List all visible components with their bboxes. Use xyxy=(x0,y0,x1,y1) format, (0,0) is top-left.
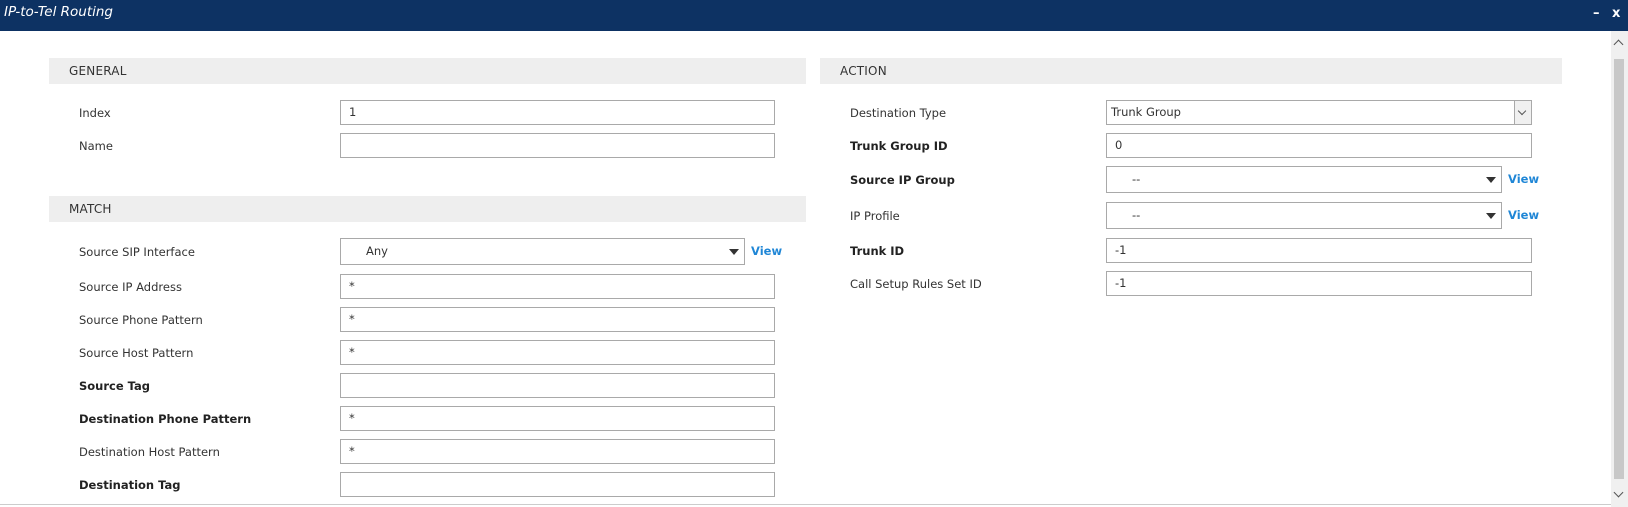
scroll-thumb[interactable] xyxy=(1614,59,1624,479)
destination-tag-field[interactable] xyxy=(340,472,775,497)
window-title: IP-to-Tel Routing xyxy=(4,4,113,20)
general-section-header: GENERAL xyxy=(49,58,806,84)
source-tag-label: Source Tag xyxy=(79,379,151,393)
source-sip-interface-label: Source SIP Interface xyxy=(79,245,195,259)
source-phone-pattern-field[interactable]: * xyxy=(340,307,775,332)
source-ip-group-view-link[interactable]: View xyxy=(1508,172,1539,186)
source-ip-group-label: Source IP Group xyxy=(850,173,955,187)
minimize-button[interactable]: – xyxy=(1593,7,1600,21)
source-phone-pattern-label: Source Phone Pattern xyxy=(79,313,203,327)
destination-phone-pattern-label: Destination Phone Pattern xyxy=(79,412,252,426)
trunk-id-label: Trunk ID xyxy=(850,244,905,258)
ip-profile-view-link[interactable]: View xyxy=(1508,208,1539,222)
name-label: Name xyxy=(79,139,113,153)
source-sip-interface-value: Any xyxy=(366,244,388,258)
vertical-scrollbar[interactable] xyxy=(1611,31,1628,507)
source-ip-group-value: -- xyxy=(1132,172,1141,186)
source-host-pattern-label: Source Host Pattern xyxy=(79,346,194,360)
source-host-pattern-field[interactable]: * xyxy=(340,340,775,365)
ip-profile-select[interactable]: -- xyxy=(1106,202,1502,229)
ip-profile-label: IP Profile xyxy=(850,209,900,223)
chevron-down-icon[interactable] xyxy=(1514,101,1531,124)
close-button[interactable]: x xyxy=(1612,7,1620,21)
action-section-header: ACTION xyxy=(820,58,1562,84)
index-field[interactable]: 1 xyxy=(340,100,775,125)
source-ip-address-label: Source IP Address xyxy=(79,280,182,294)
call-setup-rules-set-id-field[interactable]: -1 xyxy=(1106,271,1532,296)
bottom-divider xyxy=(0,504,1611,505)
source-ip-address-field[interactable]: * xyxy=(340,274,775,299)
destination-phone-pattern-field[interactable]: * xyxy=(340,406,775,431)
ip-profile-value: -- xyxy=(1132,208,1141,222)
trunk-group-id-field[interactable]: 0 xyxy=(1106,133,1532,158)
source-ip-group-select[interactable]: -- xyxy=(1106,166,1502,193)
trunk-id-field[interactable]: -1 xyxy=(1106,238,1532,263)
call-setup-rules-set-id-label: Call Setup Rules Set ID xyxy=(850,277,982,291)
destination-host-pattern-field[interactable]: * xyxy=(340,439,775,464)
source-sip-interface-select[interactable]: Any xyxy=(340,238,745,265)
source-tag-field[interactable] xyxy=(340,373,775,398)
trunk-group-id-label: Trunk Group ID xyxy=(850,139,948,153)
destination-type-value: Trunk Group xyxy=(1111,105,1181,119)
scroll-down-icon[interactable] xyxy=(1613,487,1624,498)
index-label: Index xyxy=(79,106,111,120)
destination-tag-label: Destination Tag xyxy=(79,478,181,492)
chevron-down-icon xyxy=(1486,213,1496,219)
destination-host-pattern-label: Destination Host Pattern xyxy=(79,445,220,459)
scroll-up-icon[interactable] xyxy=(1613,39,1624,50)
title-bar: IP-to-Tel Routing – x xyxy=(0,0,1628,31)
destination-type-label: Destination Type xyxy=(850,106,947,120)
match-section-header: MATCH xyxy=(49,196,806,222)
name-field[interactable] xyxy=(340,133,775,158)
chevron-down-icon xyxy=(1486,177,1496,183)
destination-type-select[interactable]: Trunk Group xyxy=(1106,100,1532,125)
chevron-down-icon xyxy=(729,249,739,255)
source-sip-interface-view-link[interactable]: View xyxy=(751,244,782,258)
